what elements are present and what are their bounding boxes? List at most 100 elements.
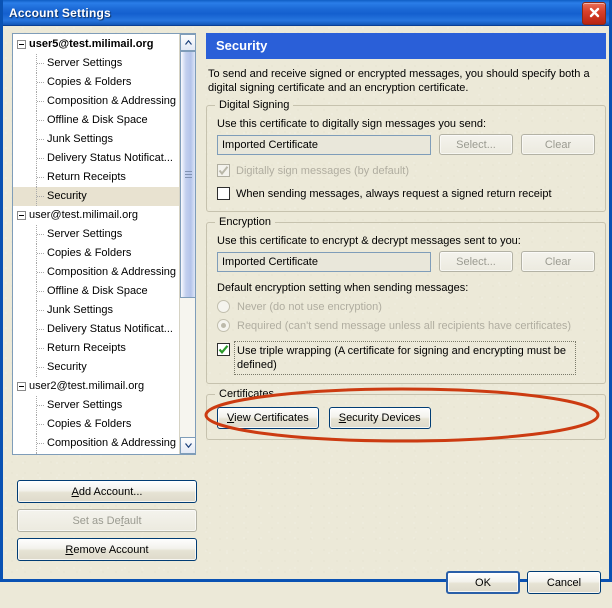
signing-clear-button: Clear xyxy=(521,134,595,155)
tree-item-label: Return Receipts xyxy=(47,171,126,183)
tree-account-row[interactable]: user5@test.milimail.org xyxy=(13,35,179,54)
tree-account-row[interactable]: user2@test.milimail.org xyxy=(13,377,179,396)
tree-item-label: Copies & Folders xyxy=(47,76,132,88)
close-icon[interactable] xyxy=(582,2,606,25)
dialog-body: user5@test.milimail.org Server Settings Co… xyxy=(3,26,609,594)
accounts-tree[interactable]: user5@test.milimail.org Server Settings Co… xyxy=(13,34,179,454)
digital-signing-group: Digital Signing Use this certificate to … xyxy=(206,99,606,212)
triple-wrapping-checkbox[interactable] xyxy=(217,343,230,356)
sign-by-default-checkbox xyxy=(217,164,230,177)
ok-button[interactable]: OK xyxy=(446,571,520,594)
tree-item-label: Server Settings xyxy=(47,57,123,69)
tree-item-label: Delivery Status Notificat... xyxy=(47,323,173,335)
tree-item-row[interactable]: Copies & Folders xyxy=(13,73,179,92)
sign-by-default-label: Digitally sign messages (by default) xyxy=(236,165,410,177)
default-encryption-label: Default encryption setting when sending … xyxy=(217,282,469,294)
remove-account-button[interactable]: Remove Account xyxy=(17,538,197,561)
sign-by-default-row: Digitally sign messages (by default) xyxy=(217,164,595,178)
digital-signing-label: Use this certificate to digitally sign m… xyxy=(217,118,487,130)
signing-certificate-field[interactable]: Imported Certificate xyxy=(217,134,431,155)
tree-scrollbar[interactable] xyxy=(179,34,195,454)
security-devices-button[interactable]: Security Devices xyxy=(328,407,431,429)
encryption-never-row: Never (do not use encryption) xyxy=(217,300,595,313)
accounts-tree-panel[interactable]: user5@test.milimail.org Server Settings Co… xyxy=(12,33,196,455)
digital-signing-cert-row: Imported Certificate Select... Clear xyxy=(217,134,595,155)
tree-item-label: Security xyxy=(47,361,87,373)
window-title: Account Settings xyxy=(9,5,111,20)
certificates-group: Certificates View Certificates Security … xyxy=(206,388,606,440)
triple-wrapping-row[interactable]: Use triple wrapping (A certificate for s… xyxy=(217,341,595,375)
triple-wrapping-label: Use triple wrapping (A certificate for s… xyxy=(234,341,576,375)
tree-item-label: Composition & Addressing xyxy=(47,266,177,278)
tree-item-row[interactable]: Server Settings xyxy=(13,54,179,73)
tree-item-label: Server Settings xyxy=(47,228,123,240)
tree-account-label: user5@test.milimail.org xyxy=(29,38,154,50)
tree-item-label: Composition & Addressing xyxy=(47,95,177,107)
scroll-down-icon[interactable] xyxy=(180,437,195,454)
scrollbar-thumb[interactable] xyxy=(180,51,195,298)
tree-item-row[interactable]: Offline & Disk Space xyxy=(13,453,179,454)
tree-item-label: Junk Settings xyxy=(47,304,114,316)
tree-item-row[interactable]: Composition & Addressing xyxy=(13,263,179,282)
tree-item-row[interactable]: Return Receipts xyxy=(13,168,179,187)
tree-item-label: Delivery Status Notificat... xyxy=(47,152,173,164)
tree-item-row[interactable]: Junk Settings xyxy=(13,301,179,320)
request-receipt-row[interactable]: When sending messages, always request a … xyxy=(217,187,595,201)
tree-item-label: Copies & Folders xyxy=(47,247,132,259)
account-settings-window: Account Settings user5@test.milimail.org… xyxy=(0,0,612,594)
certificates-legend: Certificates xyxy=(215,388,279,400)
tree-item-row[interactable]: Server Settings xyxy=(13,225,179,244)
scrollbar-track[interactable] xyxy=(180,51,195,437)
tree-item-row[interactable]: Delivery Status Notificat... xyxy=(13,149,179,168)
tree-item-row[interactable]: Junk Settings xyxy=(13,130,179,149)
encryption-cert-row: Imported Certificate Select... Clear xyxy=(217,251,595,272)
tree-item-label: Server Settings xyxy=(47,399,123,411)
tree-item-label: Return Receipts xyxy=(47,342,126,354)
encryption-never-label: Never (do not use encryption) xyxy=(237,300,382,313)
request-receipt-checkbox[interactable] xyxy=(217,187,230,200)
tree-item-label: Security xyxy=(47,190,87,202)
encryption-certificate-field[interactable]: Imported Certificate xyxy=(217,251,431,272)
tree-item-row[interactable]: Security xyxy=(13,358,179,377)
encryption-required-label: Required (can't send message unless all … xyxy=(237,319,572,332)
scroll-up-icon[interactable] xyxy=(180,34,195,51)
tree-item-row[interactable]: Security xyxy=(13,187,179,206)
encryption-required-radio xyxy=(217,319,230,332)
tree-item-row[interactable]: Return Receipts xyxy=(13,339,179,358)
encryption-group: Encryption Use this certificate to encry… xyxy=(206,216,606,384)
tree-account-label: user2@test.milimail.org xyxy=(29,380,145,392)
page-title: Security xyxy=(206,33,606,59)
tree-item-label: Offline & Disk Space xyxy=(47,285,148,297)
tree-item-label: Copies & Folders xyxy=(47,418,132,430)
encryption-select-button: Select... xyxy=(439,251,513,272)
tree-item-row[interactable]: Composition & Addressing xyxy=(13,434,179,453)
tree-item-label: Composition & Addressing xyxy=(47,437,177,449)
digital-signing-legend: Digital Signing xyxy=(215,99,294,111)
cancel-button[interactable]: Cancel xyxy=(527,571,601,594)
encryption-never-radio xyxy=(217,300,230,313)
encryption-required-row: Required (can't send message unless all … xyxy=(217,319,595,332)
collapse-icon[interactable] xyxy=(17,39,26,49)
intro-text: To send and receive signed or encrypted … xyxy=(208,68,590,94)
certificates-buttons: View Certificates Security Devices xyxy=(217,407,595,429)
tree-item-label: Junk Settings xyxy=(47,133,114,145)
security-pane: Security To send and receive signed or e… xyxy=(206,33,606,561)
set-as-default-button: Set as Default xyxy=(17,509,197,532)
tree-item-row[interactable]: Copies & Folders xyxy=(13,415,179,434)
encryption-clear-button: Clear xyxy=(521,251,595,272)
tree-account-row[interactable]: user@test.milimail.org xyxy=(13,206,179,225)
tree-item-row[interactable]: Server Settings xyxy=(13,396,179,415)
collapse-icon[interactable] xyxy=(17,210,26,220)
tree-item-row[interactable]: Composition & Addressing xyxy=(13,92,179,111)
encryption-label: Use this certificate to encrypt & decryp… xyxy=(217,235,521,247)
tree-item-row[interactable]: Offline & Disk Space xyxy=(13,111,179,130)
encryption-legend: Encryption xyxy=(215,216,275,228)
tree-item-row[interactable]: Copies & Folders xyxy=(13,244,179,263)
scrollbar-grip-icon xyxy=(185,170,192,179)
tree-item-label: Offline & Disk Space xyxy=(47,114,148,126)
view-certificates-button[interactable]: View Certificates xyxy=(217,407,319,429)
add-account-button[interactable]: Add Account... xyxy=(17,480,197,503)
collapse-icon[interactable] xyxy=(17,381,26,391)
tree-item-row[interactable]: Delivery Status Notificat... xyxy=(13,320,179,339)
tree-item-row[interactable]: Offline & Disk Space xyxy=(13,282,179,301)
